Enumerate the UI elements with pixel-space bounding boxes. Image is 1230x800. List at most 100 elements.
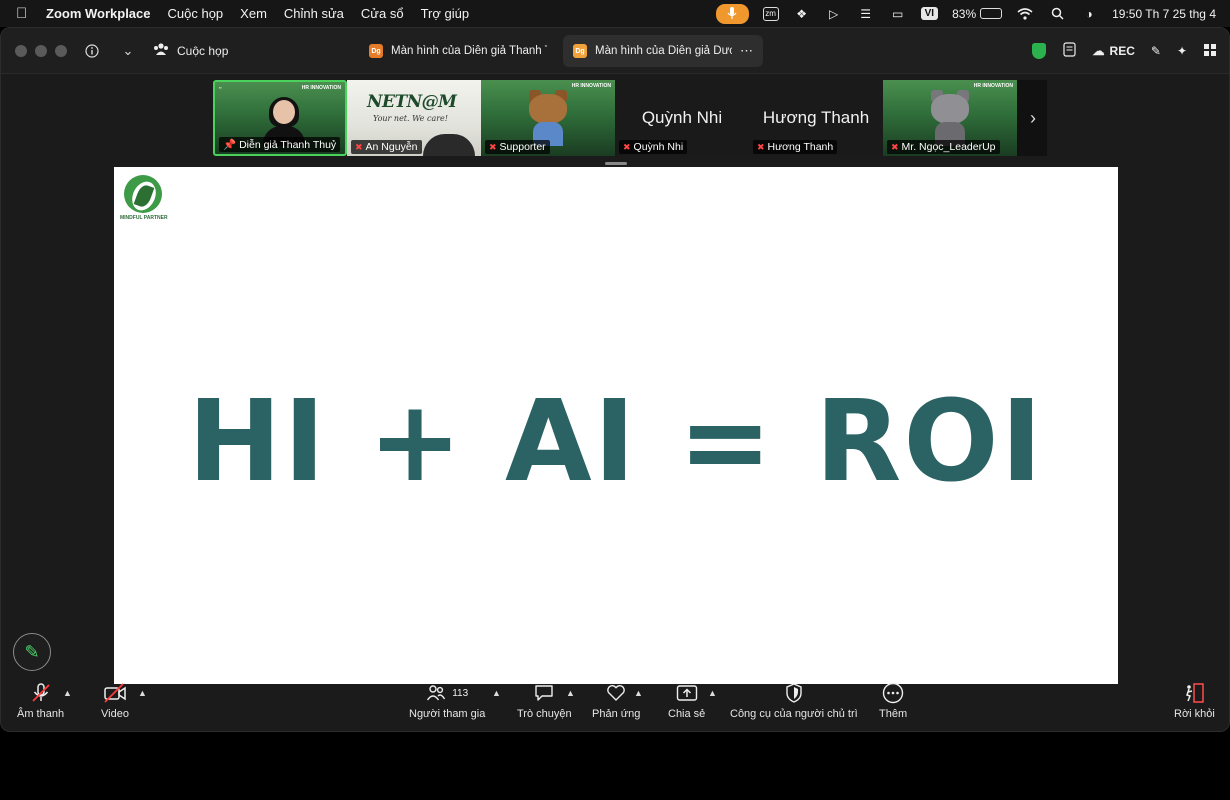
menubar-tray: zm ❖ ▷ ☰ ▭ VI 83% ◑ 19:50 Th 7 25 thg 4 (715, 0, 1216, 27)
participant-tile[interactable]: Hương Thanh ✖ Hương Thanh (749, 80, 883, 156)
menu-item-edit[interactable]: Chỉnh sửa (284, 6, 344, 21)
participant-video (263, 97, 305, 146)
cat-avatar (525, 90, 571, 146)
play-circle-icon[interactable]: ▷ (825, 6, 843, 22)
video-off-icon (103, 682, 127, 704)
participants-icon: 113 (426, 682, 468, 704)
participant-tile[interactable]: Quỳnh Nhi ✖ Quỳnh Nhi (615, 80, 749, 156)
participant-video (423, 134, 475, 156)
clock[interactable]: 19:50 Th 7 25 thg 4 (1112, 7, 1216, 21)
close-window-button[interactable] (15, 44, 27, 57)
display-icon[interactable]: ▭ (889, 6, 907, 22)
more-button[interactable]: Thêm (879, 682, 907, 720)
wifi-icon[interactable] (1016, 6, 1034, 22)
nettam-slogan: Your net. We care! (373, 114, 448, 123)
leave-label: Rời khỏi (1174, 708, 1215, 720)
chat-options-caret-icon[interactable]: ▲ (566, 688, 575, 698)
mic-in-use-icon[interactable] (715, 3, 749, 24)
meeting-menu[interactable]: Cuộc họp (153, 42, 228, 59)
audio-button[interactable]: Âm thanh (17, 682, 64, 720)
participant-name: Supporter (499, 141, 546, 153)
host-tools-button[interactable]: Công cụ của người chủ trì (730, 682, 858, 720)
menu-item-help[interactable]: Trợ giúp (421, 6, 470, 21)
more-dots-icon (882, 682, 904, 704)
zoom-window: ⌄ Cuộc họp Dg Màn hình của Diễn giả Than… (0, 27, 1230, 732)
reactions-options-caret-icon[interactable]: ▲ (634, 688, 643, 698)
menu-item-view[interactable]: Xem (240, 6, 267, 21)
zoom-tray-icon[interactable]: zm (762, 6, 779, 21)
menu-app-name[interactable]: Zoom Workplace (46, 6, 151, 21)
battery-icon (980, 8, 1003, 19)
heart-icon (606, 682, 626, 704)
meeting-label: Cuộc họp (177, 43, 229, 58)
ai-companion-icon[interactable]: ✦ (1177, 44, 1187, 58)
view-layout-icon[interactable] (1203, 43, 1217, 60)
pin-icon: 📌 (223, 139, 237, 151)
leave-button[interactable]: Rời khỏi (1174, 682, 1215, 720)
participant-name-tag: ✖ Mr. Ngọc_LeaderUp (887, 140, 1000, 154)
annotate-button[interactable]: ✎ (13, 633, 51, 671)
shared-screen: MINDFUL PARTNER HI + AI = ROI (114, 167, 1118, 684)
tile-banner-text: HR INNOVATION (301, 85, 341, 91)
share-screen-icon (676, 682, 698, 704)
battery-percent: 83% (952, 6, 977, 21)
participant-name: An Nguyễn (365, 141, 418, 153)
window-controls (15, 44, 67, 57)
titlebar-right: ☁ REC ✎ ✦ (1031, 28, 1217, 74)
chevron-down-icon[interactable]: ⌄ (117, 40, 139, 62)
host-shield-icon (785, 682, 803, 704)
gallery-next-button[interactable]: › (1019, 80, 1047, 156)
participant-name-tag: ✖ Quỳnh Nhi (619, 140, 688, 154)
diamond-icon[interactable]: ❖ (793, 6, 811, 22)
notes-icon[interactable] (1062, 42, 1077, 60)
video-options-caret-icon[interactable]: ▲ (138, 688, 147, 698)
apple-icon[interactable]:  (16, 5, 36, 22)
reactions-label: Phản ứng (592, 708, 641, 720)
resize-handle[interactable] (605, 162, 627, 165)
pencil-icon: ✎ (24, 641, 40, 662)
tile-logo-mark: ▪▪ (219, 85, 222, 90)
participant-tile[interactable]: ▪▪ HR INNOVATION 📌 Diễn giả Thanh Thuỷ (213, 80, 347, 156)
logo-text: MINDFUL PARTNER (120, 215, 168, 221)
tab-badge: Dg (573, 44, 587, 58)
participant-display-name: Hương Thanh (762, 108, 870, 127)
pencil-icon[interactable]: ✎ (1151, 44, 1161, 58)
video-button[interactable]: Video (101, 682, 129, 720)
chat-button[interactable]: Trò chuyện (517, 682, 572, 720)
share-screen-button[interactable]: Chia sẻ (668, 682, 705, 720)
tab-screen-share-thanh-thuy[interactable]: Dg Màn hình của Diễn giả Thanh Thu (359, 35, 557, 67)
menu-item-window[interactable]: Cửa sổ (361, 6, 404, 21)
info-icon[interactable] (81, 40, 103, 62)
participant-tile[interactable]: HR INNOVATION ✖ Mr. Ngọc_LeaderUp (883, 80, 1017, 156)
input-language-badge[interactable]: VI (920, 7, 939, 20)
control-center-icon[interactable]: ◑ (1080, 6, 1098, 22)
muted-microphone-icon (31, 682, 51, 704)
search-icon[interactable] (1048, 6, 1066, 22)
audio-options-caret-icon[interactable]: ▲ (63, 688, 72, 698)
chat-bubble-icon (534, 682, 554, 704)
battery-indicator[interactable]: 83% (952, 6, 1003, 21)
participant-tile[interactable]: HR INNOVATION ✖ Supporter (481, 80, 615, 156)
muted-mic-icon: ✖ (489, 141, 497, 152)
share-options-caret-icon[interactable]: ▲ (708, 688, 717, 698)
video-label: Video (101, 708, 129, 720)
record-button[interactable]: ☁ REC (1093, 44, 1135, 58)
security-shield-icon[interactable] (1031, 43, 1046, 59)
zoom-window-button[interactable] (55, 44, 67, 57)
list-icon[interactable]: ☰ (857, 6, 875, 22)
participant-tile[interactable]: NETN@M Your net. We care! ✖ An Nguyễn (347, 80, 481, 156)
minimize-window-button[interactable] (35, 44, 47, 57)
participants-button[interactable]: 113 Người tham gia (409, 682, 485, 720)
nettam-logo: NETN@M (367, 92, 457, 112)
muted-mic-icon: ✖ (757, 141, 765, 152)
participants-options-caret-icon[interactable]: ▲ (492, 688, 501, 698)
tab-screen-share-duong[interactable]: Dg Màn hình của Diễn giả Dương ⋯ (563, 35, 763, 67)
participants-group-icon (153, 42, 169, 59)
tile-banner-text: HR INNOVATION (571, 83, 611, 89)
more-options-icon[interactable]: ⋯ (740, 43, 753, 59)
menu-item-meeting[interactable]: Cuộc họp (168, 6, 224, 21)
cat-avatar (927, 90, 973, 146)
chevron-right-icon: › (1030, 107, 1036, 128)
tab-label: Màn hình của Diễn giả Dương (595, 45, 732, 57)
participant-name: Hương Thanh (767, 141, 834, 153)
